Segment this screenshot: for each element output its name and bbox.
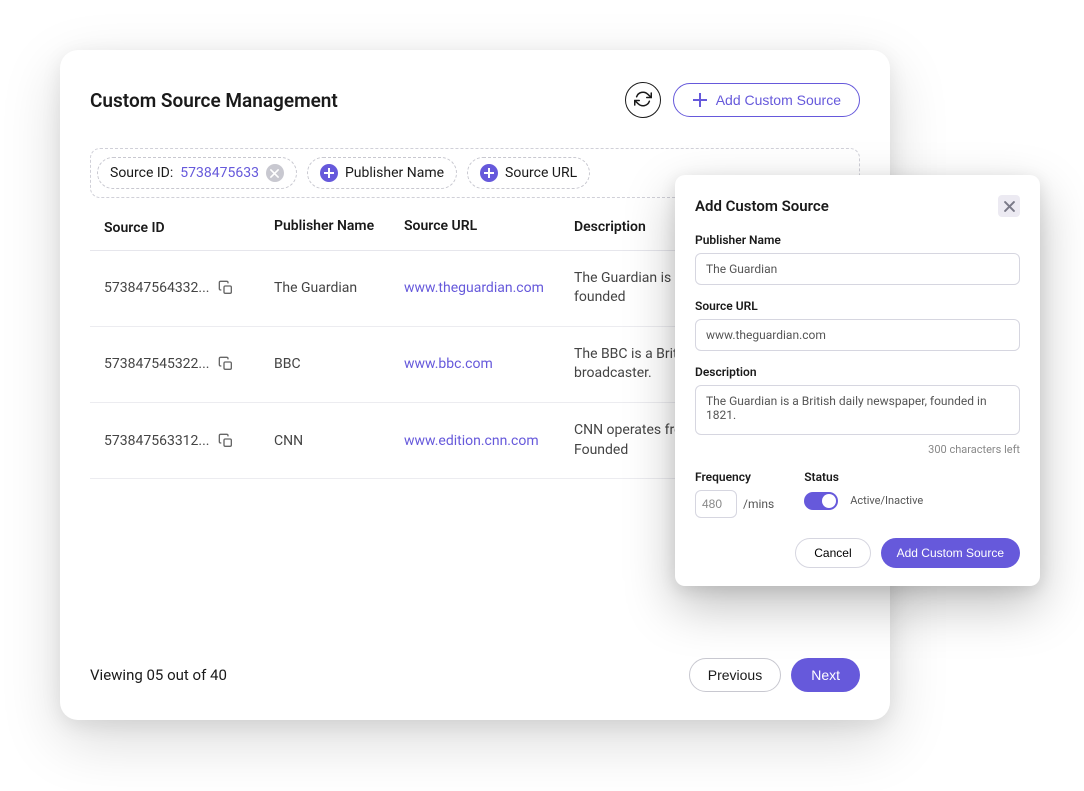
modal-footer: Cancel Add Custom Source	[695, 538, 1020, 568]
publisher-label: Publisher Name	[695, 233, 1020, 247]
submit-button[interactable]: Add Custom Source	[881, 538, 1020, 568]
viewing-text: Viewing 05 out of 40	[90, 666, 227, 684]
pager: Previous Next	[689, 658, 860, 692]
source-url-label: Source URL	[695, 299, 1020, 313]
chars-left: 300 characters left	[695, 443, 1020, 456]
col-source-url: Source URL	[404, 218, 574, 238]
field-description: Description 300 characters left	[695, 365, 1020, 456]
filter-value: 5738475633	[180, 165, 259, 181]
plus-icon	[692, 92, 708, 108]
frequency-label: Frequency	[695, 470, 774, 484]
filter-chip-source-url[interactable]: Source URL	[467, 157, 590, 189]
status-toggle[interactable]	[804, 492, 838, 510]
cell-source-id: 573847545322...	[104, 356, 210, 372]
filter-label: Source URL	[505, 165, 577, 181]
modal-close-button[interactable]	[998, 195, 1020, 217]
col-publisher: Publisher Name	[274, 218, 404, 238]
cell-source-id: 573847563312...	[104, 433, 210, 449]
close-icon	[1004, 197, 1015, 216]
plus-circle-icon	[480, 164, 498, 182]
publisher-input[interactable]	[695, 253, 1020, 285]
modal-title: Add Custom Source	[695, 197, 829, 215]
close-icon[interactable]	[266, 164, 284, 182]
next-button[interactable]: Next	[791, 658, 860, 692]
card-header: Custom Source Management Add Custom Sour…	[90, 82, 860, 118]
cell-source-id: 573847564332...	[104, 280, 210, 296]
plus-circle-icon	[320, 164, 338, 182]
source-url-input[interactable]	[695, 319, 1020, 351]
description-textarea[interactable]	[695, 385, 1020, 435]
copy-icon[interactable]	[218, 356, 234, 372]
toggle-label: Active/Inactive	[850, 494, 923, 507]
cell-url-link[interactable]: www.edition.cnn.com	[404, 433, 539, 449]
description-label: Description	[695, 365, 1020, 379]
cancel-button[interactable]: Cancel	[795, 538, 870, 568]
field-source-url: Source URL	[695, 299, 1020, 351]
cell-url-link[interactable]: www.bbc.com	[404, 356, 493, 372]
freq-status-row: Frequency /mins Status Active/Inactive	[695, 470, 1020, 518]
frequency-input[interactable]	[695, 490, 737, 518]
frequency-unit: /mins	[743, 497, 774, 511]
cell-url-link[interactable]: www.theguardian.com	[404, 280, 544, 296]
filter-chip-publisher[interactable]: Publisher Name	[307, 157, 457, 189]
filter-chip-source-id[interactable]: Source ID: 5738475633	[97, 157, 297, 189]
header-actions: Add Custom Source	[625, 82, 860, 118]
card-footer: Viewing 05 out of 40 Previous Next	[90, 658, 860, 692]
modal-header: Add Custom Source	[695, 195, 1020, 217]
cell-publisher: BBC	[274, 356, 404, 372]
page-title: Custom Source Management	[90, 89, 338, 112]
field-publisher: Publisher Name	[695, 233, 1020, 285]
filter-label: Source ID:	[110, 165, 173, 181]
cell-publisher: The Guardian	[274, 280, 404, 296]
previous-button[interactable]: Previous	[689, 658, 781, 692]
field-frequency: Frequency /mins	[695, 470, 774, 518]
status-label: Status	[804, 470, 923, 484]
col-source-id: Source ID	[104, 218, 274, 238]
refresh-icon	[634, 90, 652, 111]
refresh-button[interactable]	[625, 82, 661, 118]
add-custom-source-button[interactable]: Add Custom Source	[673, 83, 860, 117]
copy-icon[interactable]	[218, 280, 234, 296]
filter-label: Publisher Name	[345, 165, 444, 181]
field-status: Status Active/Inactive	[804, 470, 923, 510]
copy-icon[interactable]	[218, 433, 234, 449]
add-source-modal: Add Custom Source Publisher Name Source …	[675, 175, 1040, 586]
add-button-label: Add Custom Source	[716, 92, 841, 108]
cell-publisher: CNN	[274, 433, 404, 449]
